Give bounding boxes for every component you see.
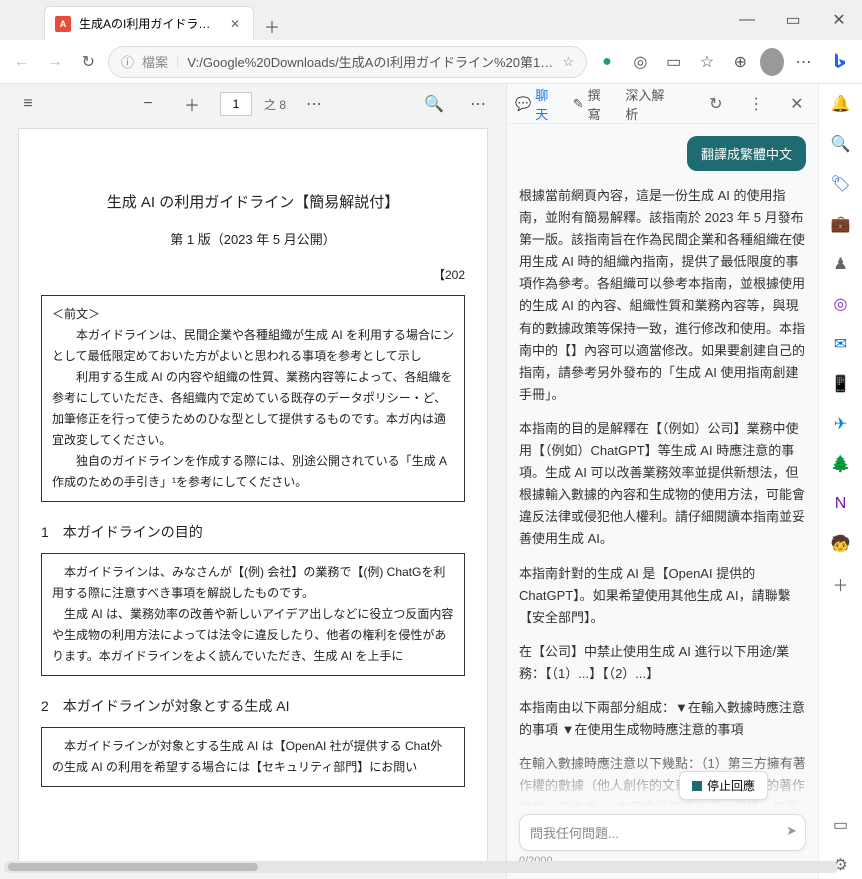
section-2-box: 本ガイドラインが対象とする生成 AI は【OpenAI 社が提供する Chat外… (41, 727, 465, 787)
chat-placeholder: 問我任何問題... (530, 826, 619, 841)
collections-icon[interactable]: ⊕ (727, 46, 754, 78)
more-menu-icon[interactable]: ⋯ (790, 46, 817, 78)
preface-p2: 利用する生成 AI の内容や組織の性質、業務内容等によって、各組織を参考にしてい… (52, 367, 454, 451)
file-label: 檔案 (142, 52, 168, 71)
kids-icon[interactable]: 🧒 (827, 530, 855, 558)
compose-tab[interactable]: ✎撰寫 (573, 85, 612, 123)
pdf-icon: A (55, 16, 71, 32)
url-text: V:/Google%20Downloads/生成AのI利用ガイドライン%20第1… (187, 52, 554, 71)
bot-message-3: 本指南針對的生成 AI 是【OpenAI 提供的 ChatGPT】。如果希望使用… (519, 563, 806, 629)
bot-message-4: 在【公司】中禁止使用生成 AI 進行以下用途/業務：【（1）...】【（2）..… (519, 641, 806, 685)
doc-title: 生成 AI の利用ガイドライン【簡易解説付】 (41, 189, 465, 216)
split-panel-icon[interactable]: ▭ (827, 811, 855, 839)
doc-subtitle: 第 1 版（2023 年 5 月公開） (41, 228, 465, 251)
horizontal-scrollbar[interactable] (4, 861, 838, 873)
tab-title: 生成AのI利用ガイドライン 第1版 (79, 15, 219, 32)
preface-heading: ＜前文＞ (52, 304, 454, 325)
shopping-icon[interactable]: 🏷 (827, 170, 855, 198)
zoom-out-button[interactable]: − (132, 88, 164, 120)
user-message: 翻譯成繁體中文 (687, 136, 806, 171)
evernote-icon[interactable]: ● (593, 46, 620, 78)
insights-tab[interactable]: 深入解析 (625, 85, 674, 123)
tab-close-icon[interactable]: ✕ (227, 16, 243, 32)
chat-reload-icon[interactable]: ↻ (703, 90, 729, 118)
address-bar[interactable]: ⓘ 檔案 | V:/Google%20Downloads/生成AのI利用ガイドラ… (108, 46, 587, 78)
bot-message-2: 本指南的目的是解釋在【（例如）公司】業務中使用【（例如）ChatGPT】等生成 … (519, 418, 806, 551)
pdf-options-icon[interactable]: ⋯ (462, 88, 494, 120)
games-icon[interactable]: ♟ (827, 250, 855, 278)
bot-message-1: 根據當前網頁內容，這是一份生成 AI 的使用指南，並附有簡易解釋。該指南於 20… (519, 185, 806, 406)
minimize-button[interactable]: — (724, 0, 770, 40)
browser-tab[interactable]: A 生成AのI利用ガイドライン 第1版 ✕ (44, 6, 254, 40)
send-icon[interactable]: ➤ (786, 823, 797, 839)
outlook-icon[interactable]: ✉ (827, 330, 855, 358)
search-rail-icon[interactable]: 🔍 (827, 130, 855, 158)
page-total: 之 8 (264, 96, 286, 113)
toc-icon[interactable]: ≡ (12, 88, 44, 120)
preface-box: ＜前文＞ 本ガイドラインは、民間企業や各種組織が生成 AI を利用する場合にンと… (41, 295, 465, 502)
m365-icon[interactable]: ◎ (827, 290, 855, 318)
bot-message-5: 本指南由以下兩部分組成：▼在輸入數據時應注意的事項 ▼在使用生成物時應注意的事項 (519, 697, 806, 741)
chat-more-icon[interactable]: ⋮ (743, 90, 769, 118)
section-1-heading: 1 本ガイドラインの目的 (41, 520, 465, 545)
forest-icon[interactable]: 🌲 (827, 450, 855, 478)
page-number-input[interactable] (220, 92, 252, 116)
zoom-in-button[interactable]: ＋ (176, 88, 208, 120)
site-info-icon[interactable]: ⓘ (121, 52, 134, 71)
chat-close-icon[interactable]: ✕ (784, 90, 810, 118)
pdf-search-icon[interactable]: 🔍 (418, 88, 450, 120)
reload-button[interactable]: ↻ (75, 46, 102, 78)
pdf-document[interactable]: 生成 AI の利用ガイドライン【簡易解説付】 第 1 版（2023 年 5 月公… (18, 128, 488, 867)
add-rail-icon[interactable]: ＋ (827, 570, 855, 598)
profile-avatar[interactable] (760, 48, 784, 76)
preface-p3: 独自のガイドラインを作成する際には、別途公開されている「生成 A作成のための手引… (52, 451, 454, 493)
section-2-heading: 2 本ガイドラインが対象とする生成 AI (41, 694, 465, 719)
bing-sidebar-icon[interactable] (823, 44, 854, 80)
notifications-icon[interactable]: 🔔 (827, 90, 855, 118)
section-1-box: 本ガイドラインは、みなさんが【(例) 会社】の業務で【(例) ChatGを利用す… (41, 553, 465, 676)
back-button[interactable]: ← (8, 46, 35, 78)
close-window-button[interactable]: ✕ (816, 0, 862, 40)
forward-button[interactable]: → (41, 46, 68, 78)
favorite-star-icon[interactable]: ☆ (563, 54, 575, 70)
maximize-button[interactable]: ▭ (770, 0, 816, 40)
reader-icon[interactable]: ▭ (660, 46, 687, 78)
tools-icon[interactable]: 💼 (827, 210, 855, 238)
phone-icon[interactable]: 📱 (827, 370, 855, 398)
doc-date: 【202 (41, 265, 465, 287)
extensions-icon[interactable]: ◎ (627, 46, 654, 78)
preface-p1: 本ガイドラインは、民間企業や各種組織が生成 AI を利用する場合にンとして最低限… (52, 325, 454, 367)
chat-tab[interactable]: 💬聊天 (515, 85, 559, 123)
onenote-icon[interactable]: N (827, 490, 855, 518)
chat-input[interactable]: 問我任何問題... ➤ (519, 814, 806, 851)
favorites-icon[interactable]: ☆ (693, 46, 720, 78)
pdf-more-icon[interactable]: ⋯ (298, 88, 330, 120)
stop-icon (692, 781, 702, 791)
new-tab-button[interactable]: ＋ (258, 12, 286, 40)
stop-response-button[interactable]: 停止回應 (679, 771, 768, 800)
telegram-icon[interactable]: ✈ (827, 410, 855, 438)
